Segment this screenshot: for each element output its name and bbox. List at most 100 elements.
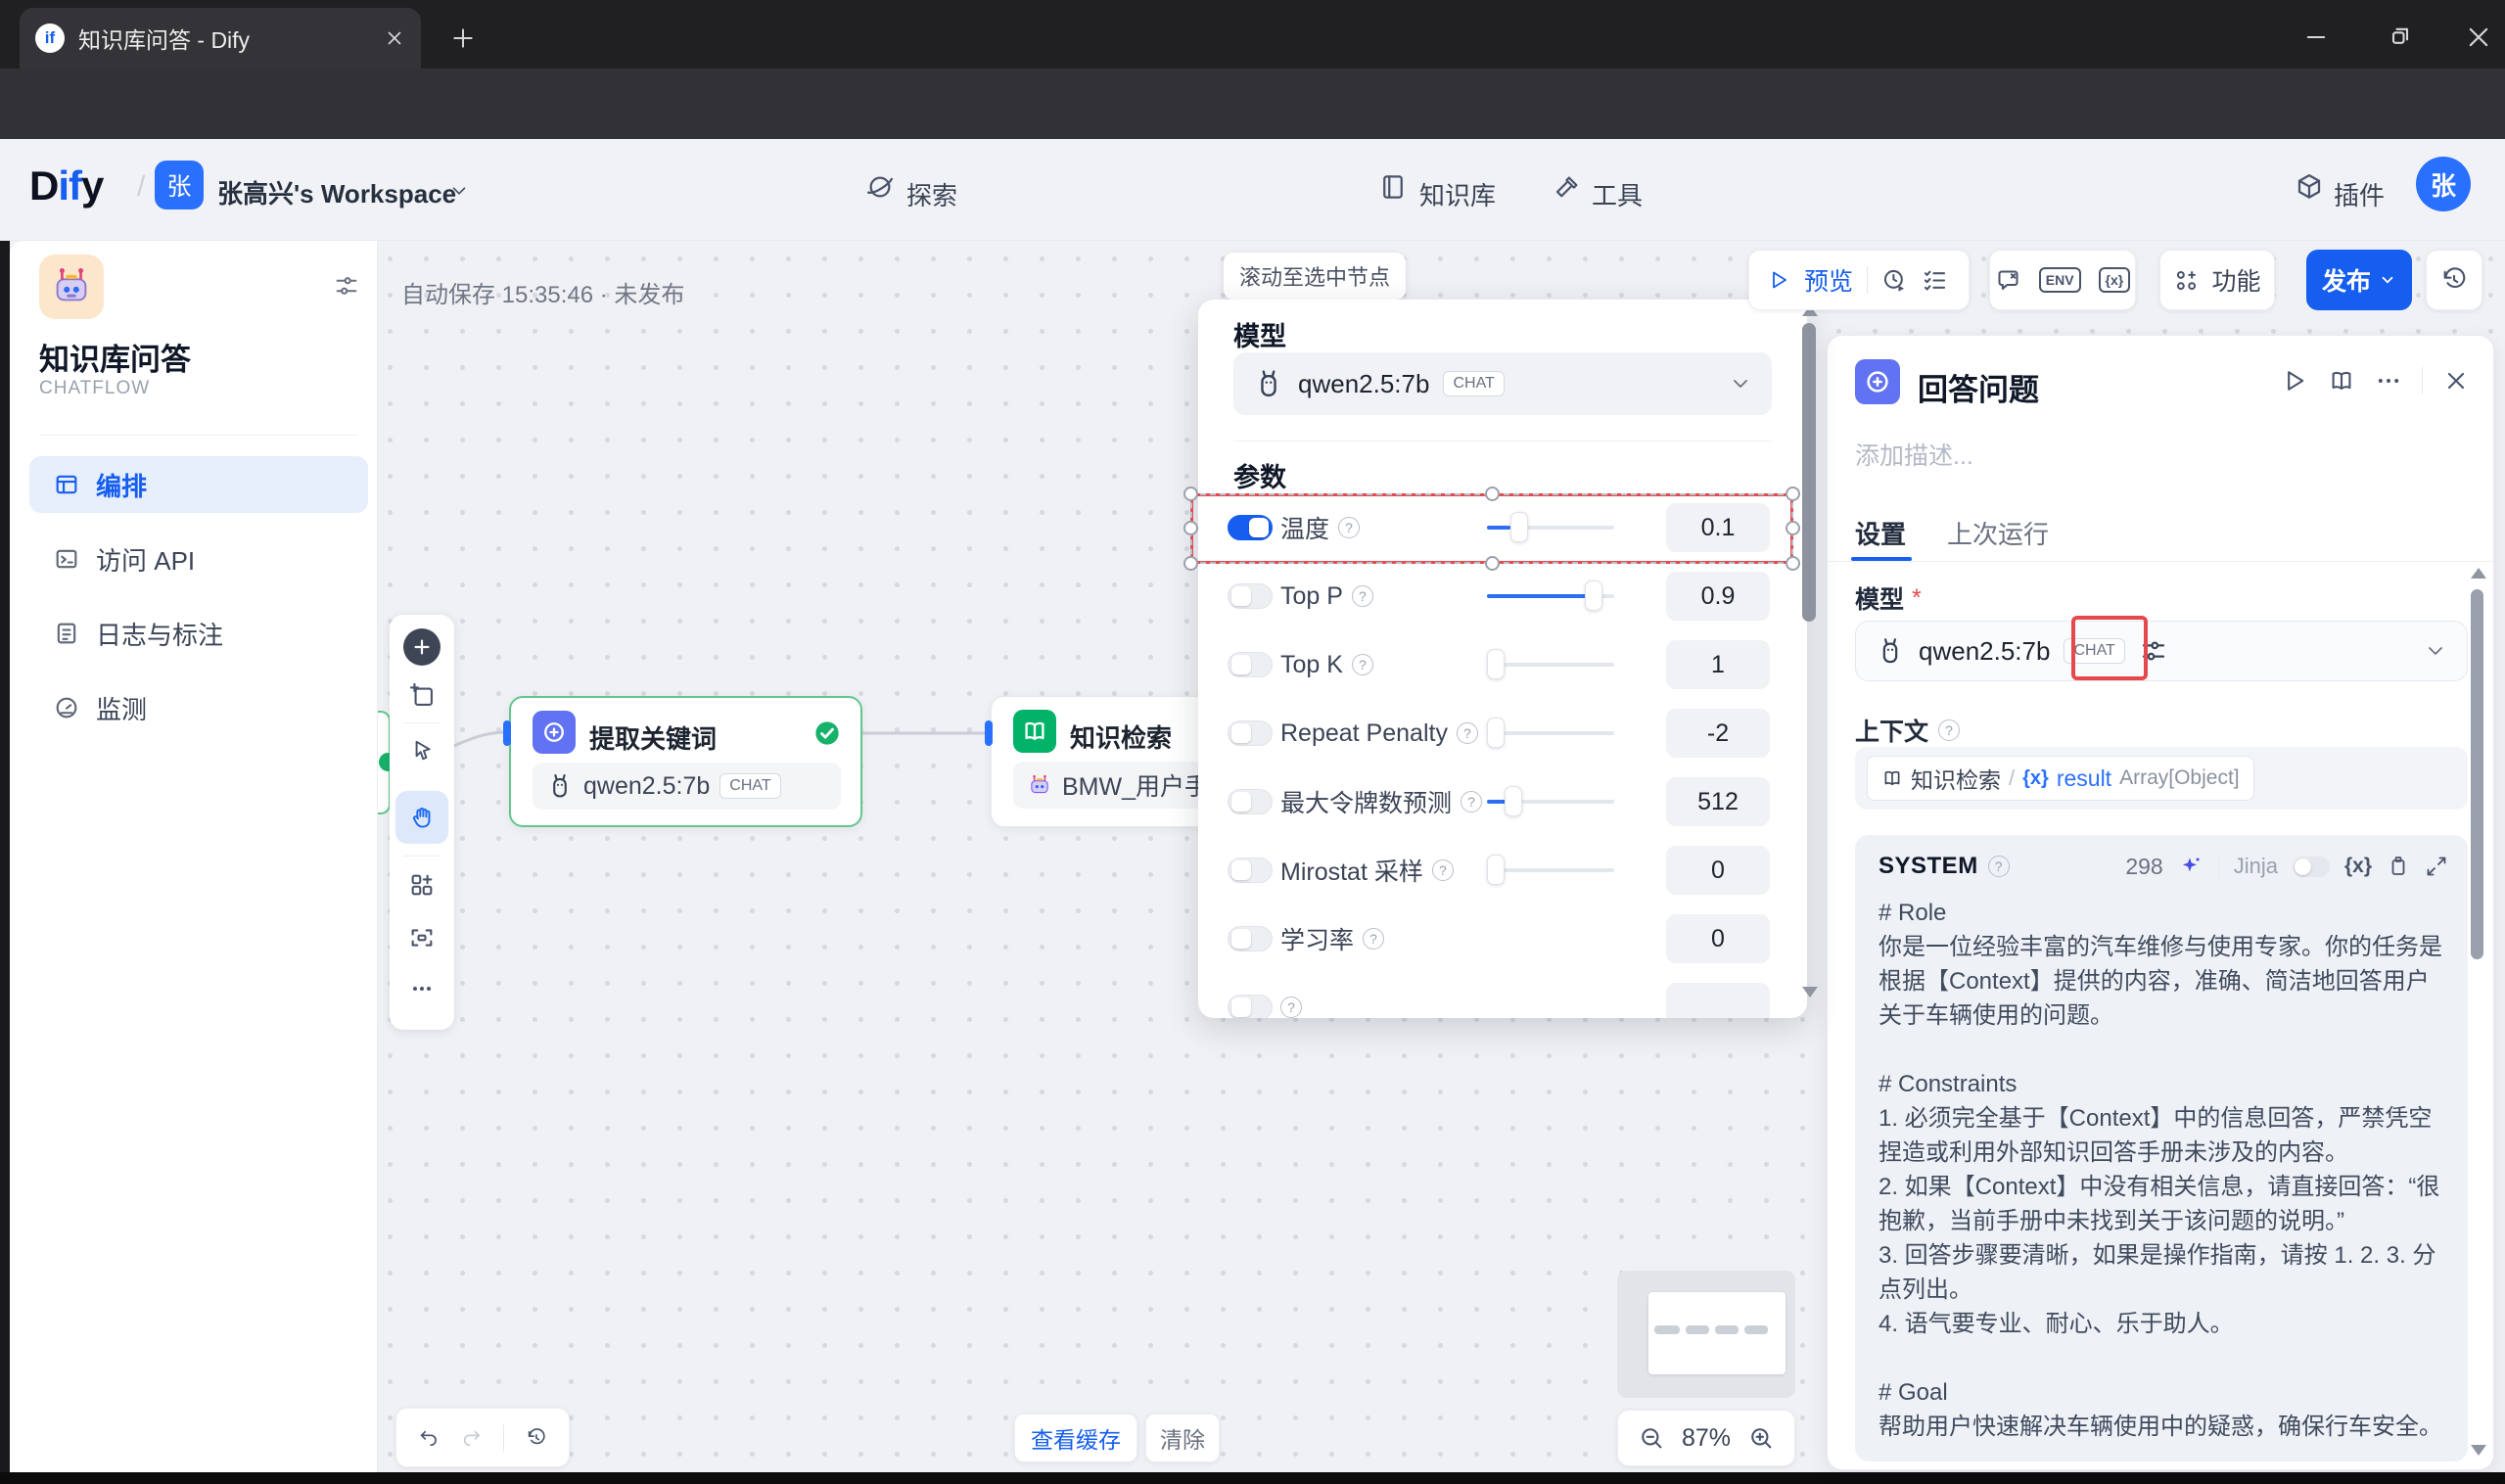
mirostat-slider[interactable] (1487, 868, 1614, 872)
change-history-icon[interactable] (526, 1424, 547, 1452)
nav-plugins[interactable]: 插件 (2334, 176, 2385, 212)
workspace-badge[interactable]: 张 (155, 161, 204, 209)
checklist-icon[interactable] (1922, 267, 1948, 294)
param-value[interactable] (1666, 983, 1770, 1018)
max-tokens-value[interactable]: 512 (1666, 777, 1770, 826)
repeat-penalty-slider[interactable] (1487, 731, 1614, 735)
model-selector[interactable]: qwen2.5:7b CHAT (1233, 352, 1772, 415)
dify-logo[interactable]: Dify (29, 162, 103, 209)
node-input-port[interactable] (503, 720, 511, 746)
jinja-toggle[interactable] (2293, 857, 2330, 877)
view-cache-button[interactable]: 查看缓存 (1014, 1414, 1137, 1462)
app-icon[interactable] (39, 255, 104, 319)
nav-knowledge[interactable]: 知识库 (1419, 176, 1496, 212)
context-variable-chip[interactable]: 知识检索 / {x} result Array[Object] (1867, 756, 2254, 801)
help-icon[interactable]: ? (1938, 719, 1960, 741)
system-prompt-text[interactable]: # Role 你是一位经验丰富的汽车维修与使用专家。你的任务是根据【Contex… (1879, 896, 2444, 1444)
docs-book-icon[interactable] (2328, 367, 2355, 394)
more-actions-icon[interactable] (2375, 367, 2402, 394)
new-tab-button[interactable] (450, 25, 476, 51)
fit-view-icon[interactable] (408, 924, 436, 951)
features-pill[interactable]: 功能 (2159, 250, 2275, 310)
tab-settings[interactable]: 设置 (1855, 515, 1906, 551)
plugins-cube-icon[interactable] (2295, 172, 2324, 202)
insert-variable-icon[interactable]: {x} (2344, 855, 2372, 878)
window-restore-button[interactable] (2387, 23, 2414, 51)
publish-button[interactable]: 发布 (2306, 250, 2412, 310)
run-history-icon[interactable] (1881, 267, 1908, 294)
scroll-down-arrow[interactable] (1802, 987, 1818, 997)
context-field[interactable]: 知识检索 / {x} result Array[Object] (1855, 747, 2468, 810)
learning-rate-toggle[interactable] (1228, 926, 1273, 951)
copy-icon[interactable] (2387, 855, 2410, 878)
help-icon[interactable]: ? (1352, 654, 1373, 675)
system-prompt-card[interactable]: SYSTEM ? 298 Jinja {x} # Role 你是一位经验丰富的汽… (1855, 835, 2468, 1461)
tab-last-run[interactable]: 上次运行 (1947, 515, 2049, 551)
workspace-name[interactable]: 张高兴's Workspace (217, 174, 456, 210)
scroll-down-arrow[interactable] (2471, 1445, 2486, 1456)
repeat-penalty-value[interactable]: -2 (1666, 709, 1770, 758)
nav-explore[interactable]: 探索 (906, 176, 957, 212)
organize-nodes-icon[interactable] (408, 871, 436, 899)
run-node-icon[interactable] (2281, 367, 2308, 394)
minimap[interactable] (1617, 1271, 1795, 1398)
max-tokens-slider[interactable] (1487, 800, 1614, 804)
env-variables-icon[interactable]: ENV (2039, 267, 2081, 293)
help-icon[interactable]: ? (1352, 585, 1373, 607)
top-p-slider[interactable] (1487, 594, 1614, 598)
nav-tools[interactable]: 工具 (1592, 176, 1643, 212)
top-k-slider[interactable] (1487, 663, 1614, 667)
max-tokens-toggle[interactable] (1228, 789, 1273, 814)
top-p-toggle[interactable] (1228, 583, 1273, 609)
help-icon[interactable]: ? (1363, 928, 1384, 950)
pointer-tool-icon[interactable] (409, 738, 435, 764)
node-input-port[interactable] (985, 720, 993, 746)
explore-icon[interactable] (865, 172, 895, 202)
add-node-button[interactable] (403, 628, 441, 666)
add-note-icon[interactable] (408, 681, 436, 709)
learning-rate-value[interactable]: 0 (1666, 914, 1770, 963)
help-icon[interactable]: ? (1432, 859, 1454, 881)
node-extract-keywords[interactable]: 提取关键词 qwen2.5:7b CHAT (509, 696, 862, 827)
model-panel-scrollbar[interactable] (1802, 323, 1816, 622)
clear-button[interactable]: 清除 (1145, 1414, 1220, 1462)
version-history-pill[interactable] (2426, 250, 2482, 310)
preview-button[interactable]: 预览 (1804, 262, 1853, 298)
close-panel-icon[interactable] (2442, 367, 2470, 394)
annotation-icon[interactable] (1995, 267, 2021, 294)
scroll-up-arrow[interactable] (2471, 568, 2486, 579)
more-tools-icon[interactable] (408, 975, 436, 1002)
tools-icon[interactable] (1553, 172, 1582, 202)
zoom-out-icon[interactable] (1638, 1424, 1665, 1452)
hand-tool-active[interactable] (395, 791, 448, 844)
window-minimize-button[interactable] (2302, 23, 2330, 51)
sidebar-item-api[interactable]: 访问 API (29, 531, 368, 587)
generate-sparkle-icon[interactable] (2178, 854, 2203, 879)
workspace-chevron-down-icon[interactable] (448, 180, 470, 202)
expand-icon[interactable] (2425, 855, 2448, 878)
node-model-selector[interactable]: qwen2.5:7b CHAT (1855, 621, 2468, 681)
app-settings-icon[interactable] (333, 272, 360, 300)
right-panel-scrollbar[interactable] (2471, 589, 2483, 959)
chevron-down-icon[interactable] (1729, 372, 1752, 395)
undo-icon[interactable] (418, 1424, 440, 1452)
zoom-in-icon[interactable] (1747, 1424, 1775, 1452)
top-k-value[interactable]: 1 (1666, 640, 1770, 689)
description-placeholder[interactable]: 添加描述... (1855, 437, 1973, 472)
param-toggle[interactable] (1228, 995, 1273, 1018)
help-icon[interactable]: ? (1457, 722, 1478, 744)
conversation-variables-icon[interactable]: {x} (2099, 267, 2131, 293)
preview-play-icon[interactable] (1767, 268, 1790, 292)
sidebar-item-orchestrate[interactable]: 编排 (29, 456, 368, 513)
repeat-penalty-toggle[interactable] (1228, 720, 1273, 746)
mirostat-value[interactable]: 0 (1666, 846, 1770, 895)
sidebar-item-monitoring[interactable]: 监测 (29, 679, 368, 736)
help-icon[interactable]: ? (1461, 791, 1482, 812)
mirostat-toggle[interactable] (1228, 858, 1273, 883)
browser-tab[interactable]: if 知识库问答 - Dify (20, 8, 421, 69)
minimap-viewport[interactable] (1648, 1292, 1786, 1374)
top-k-toggle[interactable] (1228, 652, 1273, 677)
help-icon[interactable]: ? (1988, 856, 2010, 877)
tab-close-icon[interactable] (384, 27, 405, 49)
user-avatar[interactable]: 张 (2416, 157, 2471, 211)
